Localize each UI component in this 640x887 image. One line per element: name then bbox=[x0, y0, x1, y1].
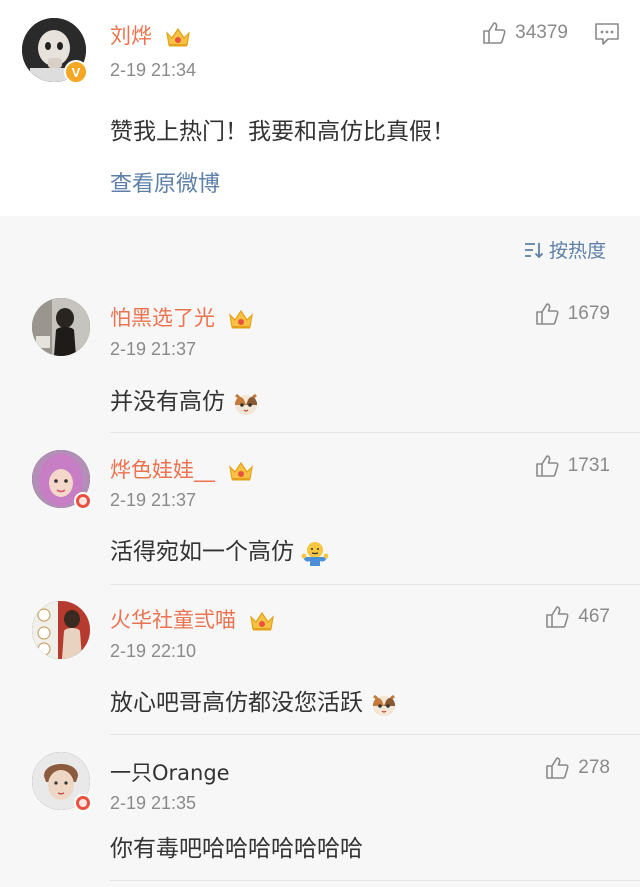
comment-time: 2-19 21:35 bbox=[110, 793, 197, 813]
like-icon bbox=[546, 757, 569, 779]
crown-icon bbox=[228, 461, 253, 481]
comment-divider bbox=[110, 880, 640, 881]
view-original-link[interactable]: 查看原微博 bbox=[110, 166, 220, 198]
comment-avatar[interactable] bbox=[32, 450, 92, 510]
crown-icon bbox=[228, 309, 253, 329]
comment-divider bbox=[110, 584, 640, 585]
comment-content: 放心吧哥高仿都没您活跃 bbox=[110, 683, 398, 718]
post-author-name[interactable]: 刘烨 bbox=[110, 20, 191, 50]
cat-emoji bbox=[373, 694, 396, 716]
post-time: 2-19 21:34 bbox=[110, 60, 197, 80]
crown-icon bbox=[165, 27, 190, 47]
comment-time: 2-19 21:37 bbox=[110, 490, 197, 510]
avatar bbox=[32, 601, 90, 659]
comment-content: 并没有高仿 bbox=[110, 382, 260, 417]
comment-like-button[interactable]: 1731 bbox=[534, 453, 610, 479]
comment-divider bbox=[110, 432, 640, 433]
post-author-avatar[interactable]: V bbox=[22, 18, 88, 84]
comment-divider bbox=[110, 734, 640, 735]
comment-author-name[interactable]: 烨色娃娃__ bbox=[110, 454, 254, 484]
comment-avatar[interactable] bbox=[32, 752, 92, 812]
verified-badge bbox=[74, 794, 92, 812]
like-icon bbox=[483, 22, 506, 44]
comment-author-name[interactable]: 火华社童弎喵 bbox=[110, 604, 275, 634]
main-post: V 刘烨 2-19 21:34 34379 赞我上热门！我要和高仿比真假！ 查看… bbox=[0, 0, 640, 216]
like-icon bbox=[535, 455, 559, 477]
sort-by-hot-button[interactable]: 按热度 bbox=[523, 236, 606, 263]
comment-like-button[interactable]: 467 bbox=[544, 604, 610, 630]
comment-content: 你有毒吧哈哈哈哈哈哈哈 bbox=[110, 836, 363, 862]
comment-avatar[interactable] bbox=[32, 601, 90, 659]
comment-content: 活得宛如一个高仿 bbox=[110, 532, 329, 567]
verified-badge bbox=[74, 492, 92, 510]
cat-emoji bbox=[235, 393, 258, 415]
comment-like-button[interactable]: 1679 bbox=[534, 301, 610, 327]
sort-icon bbox=[524, 242, 544, 258]
shrug-emoji bbox=[301, 541, 329, 566]
crown-icon bbox=[249, 611, 274, 631]
like-icon bbox=[546, 606, 569, 628]
comment-author-name[interactable]: 怕黑选了光 bbox=[110, 302, 254, 332]
comment-like-button[interactable]: 278 bbox=[544, 755, 610, 781]
post-like-button[interactable]: 34379 bbox=[481, 20, 568, 46]
comment-time: 2-19 22:10 bbox=[110, 641, 197, 661]
comment-avatar[interactable] bbox=[32, 298, 90, 356]
post-content: 赞我上热门！我要和高仿比真假！ bbox=[110, 119, 455, 145]
comment-icon[interactable] bbox=[594, 22, 620, 46]
comment-author-name[interactable]: 一只Orange bbox=[110, 757, 230, 787]
verified-badge: V bbox=[64, 60, 88, 84]
avatar bbox=[32, 298, 90, 356]
comment-time: 2-19 21:37 bbox=[110, 339, 197, 359]
like-icon bbox=[535, 303, 559, 325]
